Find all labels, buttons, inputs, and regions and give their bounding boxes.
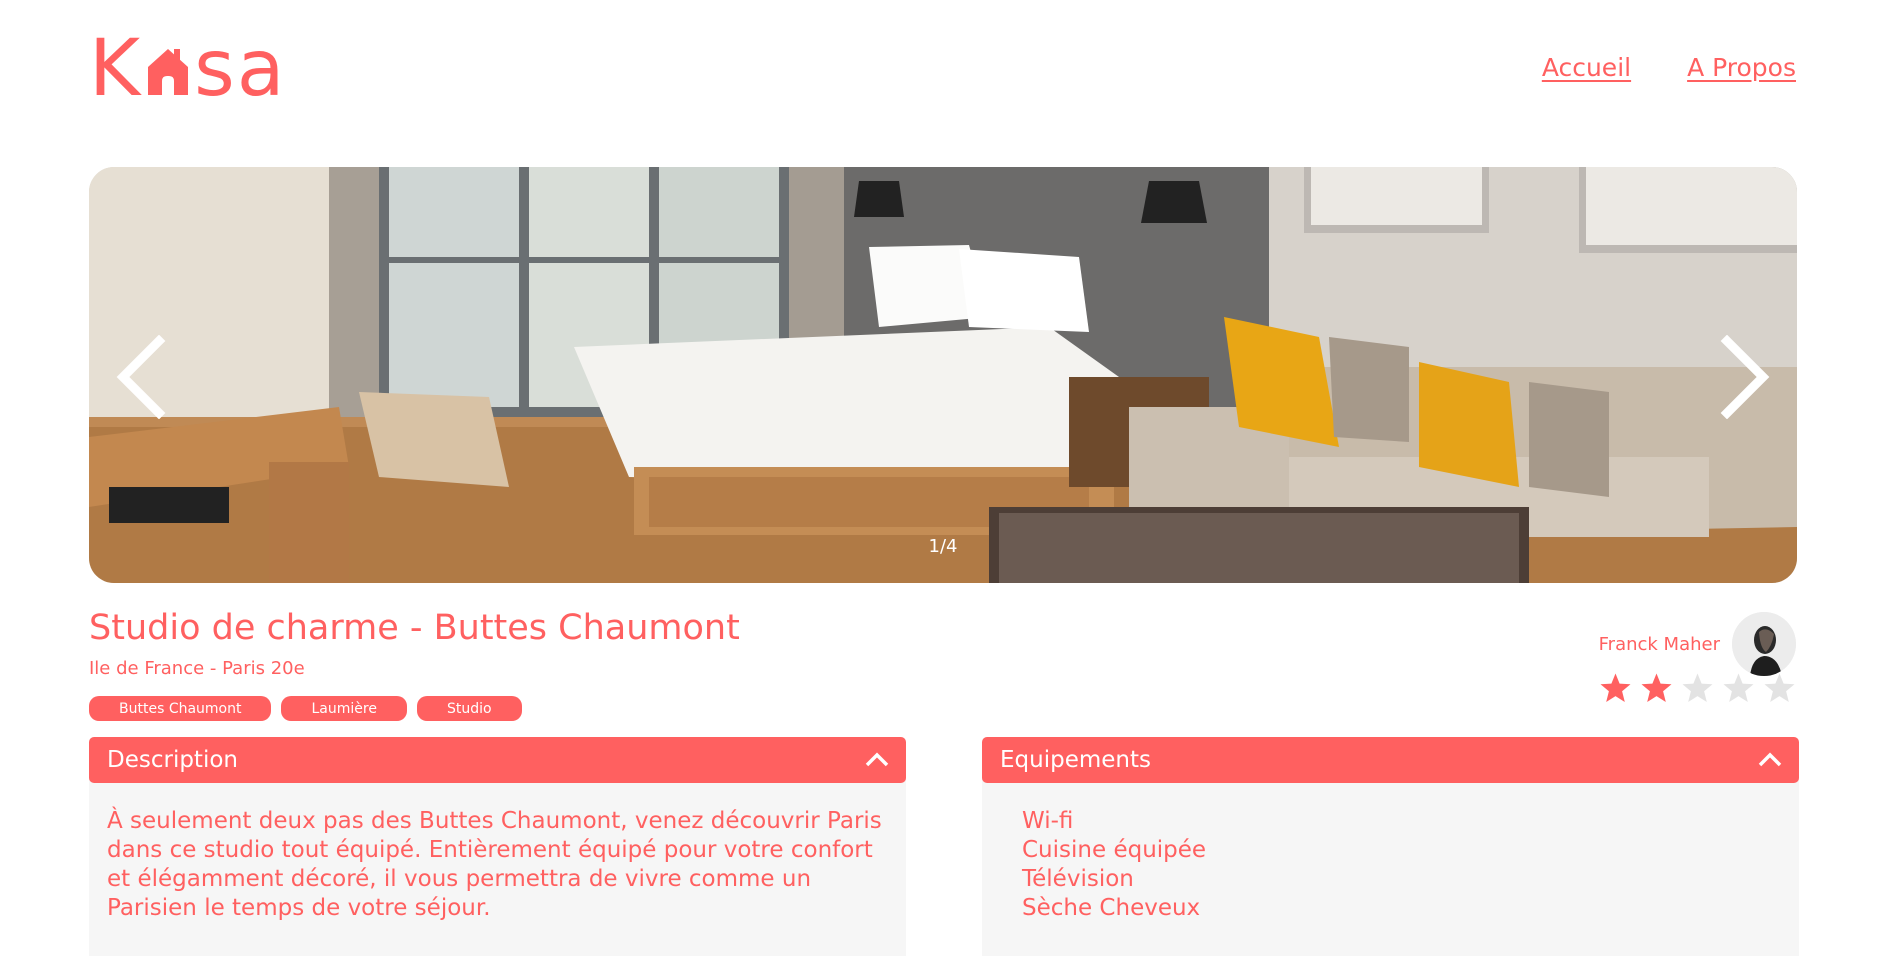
nav-link-a-propos[interactable]: A Propos bbox=[1687, 53, 1796, 82]
star-filled-icon bbox=[1641, 673, 1672, 702]
carousel-counter: 1/4 bbox=[928, 536, 958, 557]
kasa-logo[interactable]: K sa bbox=[89, 30, 287, 108]
listing-location: Ile de France - Paris 20e bbox=[89, 658, 305, 679]
equipments-toggle[interactable]: Equipements bbox=[982, 737, 1799, 783]
description-body: À seulement deux pas des Buttes Chaumont… bbox=[89, 777, 906, 956]
host-info: Franck Maher bbox=[1599, 612, 1796, 676]
chevron-up-icon bbox=[1758, 752, 1782, 767]
star-empty-icon bbox=[1764, 673, 1795, 702]
star-empty-icon bbox=[1723, 673, 1754, 702]
tag-list: Buttes Chaumont Laumière Studio bbox=[89, 696, 522, 721]
star-empty-icon bbox=[1682, 673, 1713, 702]
star-rating bbox=[1599, 672, 1796, 705]
equipments-title: Equipements bbox=[1000, 747, 1151, 773]
carousel-photo bbox=[89, 167, 1797, 583]
listing-title: Studio de charme - Buttes Chaumont bbox=[89, 608, 740, 648]
main-nav: Accueil A Propos bbox=[1542, 53, 1796, 82]
tag: Studio bbox=[416, 696, 522, 721]
description-title: Description bbox=[107, 747, 238, 773]
equipments-collapse: Equipements Wi-fi Cuisine équipée Télévi… bbox=[982, 737, 1799, 956]
photo-carousel: 1/4 bbox=[89, 167, 1797, 583]
equipment-list: Wi-fi Cuisine équipée Télévision Sèche C… bbox=[1022, 807, 1781, 923]
tag: Laumière bbox=[281, 696, 407, 721]
chevron-right-icon[interactable] bbox=[1711, 335, 1775, 419]
list-item: Wi-fi bbox=[1022, 808, 1074, 834]
house-icon bbox=[148, 49, 189, 95]
description-text: À seulement deux pas des Buttes Chaumont… bbox=[107, 808, 882, 921]
star-filled-icon bbox=[1600, 673, 1631, 702]
equipments-body: Wi-fi Cuisine équipée Télévision Sèche C… bbox=[982, 777, 1799, 956]
list-item: Sèche Cheveux bbox=[1022, 895, 1201, 921]
description-collapse: Description À seulement deux pas des But… bbox=[89, 737, 906, 956]
list-item: Télévision bbox=[1022, 866, 1134, 892]
nav-link-accueil[interactable]: Accueil bbox=[1542, 53, 1631, 82]
tag: Buttes Chaumont bbox=[89, 696, 272, 721]
chevron-up-icon bbox=[865, 752, 889, 767]
logo-letter-k: K bbox=[89, 24, 143, 114]
avatar bbox=[1732, 612, 1796, 676]
host-name: Franck Maher bbox=[1598, 633, 1720, 655]
list-item: Cuisine équipée bbox=[1022, 837, 1207, 863]
description-toggle[interactable]: Description bbox=[89, 737, 906, 783]
chevron-left-icon[interactable] bbox=[111, 335, 175, 419]
host-portrait bbox=[1732, 612, 1796, 676]
logo-letters-sa: sa bbox=[194, 24, 287, 114]
